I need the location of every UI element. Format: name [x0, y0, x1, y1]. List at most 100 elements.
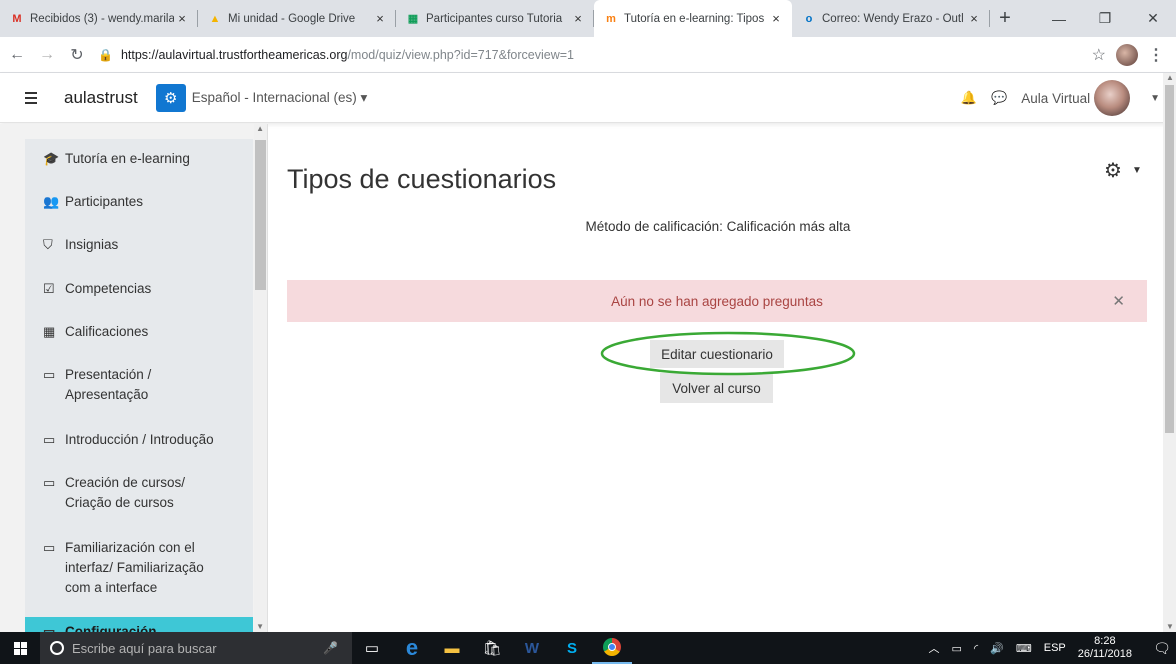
windows-start-icon[interactable] [0, 632, 40, 664]
browser-tab-strip: M Recibidos (3) - wendy.marila × ▲ Mi unidad… [0, 0, 1176, 37]
tab-close-icon[interactable]: × [372, 11, 388, 26]
sidebar-item-label: Tutoría en e-learning [65, 151, 190, 166]
reload-icon[interactable]: ↻ [64, 42, 90, 68]
file-explorer-icon[interactable]: ▬ [432, 632, 472, 664]
task-view-icon[interactable]: ▭ [352, 632, 392, 664]
minimize-icon[interactable]: — [1036, 0, 1082, 37]
grading-method: Método de calificación: Calificación más… [585, 219, 851, 234]
browser-tab[interactable]: ▲ Mi unidad - Google Drive × [198, 0, 396, 37]
browser-tab[interactable]: ▦ Participantes curso Tutoria × [396, 0, 594, 37]
sidebar-item[interactable]: ▦ Calificaciones [25, 322, 253, 342]
new-tab-icon[interactable]: + [990, 0, 1020, 37]
url-host: https://aulavirtual.trustfortheamericas.… [120, 47, 348, 62]
sidebar-item[interactable]: ▭ Familiarización con el interfaz/ Famili… [25, 538, 253, 598]
clock-date: 26/11/2018 [1077, 648, 1132, 660]
sidebar-item-label: Creación de cursos/ Criação de cursos [65, 475, 186, 510]
hamburger-menu-icon[interactable] [18, 85, 44, 111]
action-center-icon[interactable]: 🗨 [1148, 632, 1176, 664]
chrome-icon[interactable] [592, 632, 632, 664]
folder-icon: ▭ [43, 475, 56, 490]
volume-icon[interactable]: 🔊 [990, 642, 1004, 655]
bookmark-star-icon[interactable]: ☆ [1092, 45, 1106, 65]
page-scrollbar[interactable]: ▲ ▼ [1163, 73, 1176, 632]
close-window-icon[interactable]: ✕ [1130, 0, 1176, 37]
gear-icon[interactable]: ⚙ [1104, 158, 1122, 183]
browser-tab[interactable]: M Recibidos (3) - wendy.marila × [0, 0, 198, 37]
notifications-bell-icon[interactable]: 🔔 [961, 90, 977, 106]
wifi-icon[interactable]: ◜ [974, 642, 978, 655]
sidebar-item[interactable]: ⛉ Insignias [25, 235, 253, 255]
folder-icon: ▭ [43, 367, 56, 382]
page-scroll-down-icon[interactable]: ▼ [1166, 622, 1174, 631]
browser-tab[interactable]: o Correo: Wendy Erazo - Outl × [792, 0, 990, 37]
tab-close-icon[interactable]: × [174, 11, 190, 26]
input-language[interactable]: ESP [1044, 642, 1066, 654]
user-menu-caret-icon[interactable]: ▼ [1150, 93, 1160, 104]
sidebar-item[interactable]: ▭ Introducción / Introdução [25, 430, 253, 450]
tab-close-icon[interactable]: × [570, 11, 586, 26]
sidebar-item[interactable]: 👥 Participantes [25, 192, 253, 212]
microphone-icon[interactable]: 🎤 [323, 641, 338, 655]
edge-icon[interactable]: e [392, 632, 432, 664]
cortana-icon [50, 641, 64, 655]
quiz-settings-menu[interactable]: ⚙ ▼ [1104, 158, 1142, 183]
profile-avatar-icon[interactable] [1116, 43, 1138, 66]
folder-icon: ▭ [43, 624, 56, 632]
user-name[interactable]: Aula Virtual [1021, 91, 1090, 106]
forward-icon[interactable]: → [34, 42, 60, 68]
folder-icon: ▭ [43, 540, 56, 555]
tab-close-icon[interactable]: × [966, 11, 982, 26]
tray-overflow-icon[interactable]: ︿ [928, 640, 939, 656]
sidebar-scrollbar[interactable]: ▲ ▼ [254, 124, 267, 632]
battery-icon[interactable]: ▭ [951, 642, 961, 655]
lock-icon: 🔒 [98, 47, 113, 62]
site-brand[interactable]: aulastrust [64, 88, 138, 108]
scroll-down-icon[interactable]: ▼ [256, 622, 264, 631]
edit-quiz-button[interactable]: Editar cuestionario [650, 340, 784, 368]
checkbox-icon: ☑ [43, 281, 55, 296]
browser-tab-label: Mi unidad - Google Drive [228, 12, 356, 25]
page-scroll-up-icon[interactable]: ▲ [1166, 73, 1174, 82]
url-path: /mod/quiz/view.php?id=717&forceview=1 [347, 47, 574, 62]
graduation-cap-icon: 🎓 [43, 151, 60, 166]
restore-icon[interactable]: ❐ [1082, 0, 1128, 37]
taskbar-search-placeholder: Escribe aquí para buscar [72, 640, 217, 656]
browser-tab-label: Participantes curso Tutoria [426, 12, 563, 25]
outlook-icon: o [805, 12, 813, 25]
skype-icon[interactable]: S [552, 632, 592, 664]
keyboard-icon[interactable]: ⌨ [1016, 642, 1032, 655]
sidebar-item[interactable]: ▭ Presentación / Apresentação [25, 365, 253, 405]
language-selector[interactable]: Español - Internacional (es) ▾ [192, 90, 368, 106]
page-title: Tipos de cuestionarios [287, 164, 557, 194]
chevron-down-icon[interactable]: ▼ [1132, 165, 1142, 176]
close-icon[interactable]: ✕ [1112, 292, 1125, 310]
sidebar-item-label: Introducción / Introdução [65, 432, 214, 447]
sidebar-item-label: Configuración [65, 624, 157, 632]
sidebar-item[interactable]: ☑ Competencias [25, 279, 253, 299]
sidebar-item[interactable]: ▭ Configuración [25, 617, 253, 632]
browser-menu-icon[interactable]: ⋮ [1148, 45, 1164, 65]
scroll-up-icon[interactable]: ▲ [256, 124, 264, 133]
browser-tab-label: Recibidos (3) - wendy.marila [30, 12, 174, 25]
taskbar-search-input[interactable]: Escribe aquí para buscar 🎤 [40, 632, 352, 664]
tab-separator [989, 10, 990, 27]
admin-settings-icon[interactable]: ⚙ [155, 83, 186, 112]
sidebar-item[interactable]: 🎓 Tutoría en e-learning [25, 149, 253, 169]
tab-close-icon[interactable]: × [768, 11, 784, 26]
store-icon[interactable]: 🛍 [472, 632, 512, 664]
messages-icon[interactable]: 💬 [991, 90, 1007, 106]
sidebar-scrollbar-thumb[interactable] [255, 140, 266, 290]
sidebar-item-label: Familiarización con el interfaz/ Familia… [65, 540, 204, 595]
page-scrollbar-thumb[interactable] [1165, 85, 1174, 433]
shield-icon: ⛉ [43, 237, 53, 252]
user-avatar[interactable] [1094, 80, 1131, 116]
url-field[interactable]: 🔒 https://aulavirtual.trustfortheamerica… [98, 42, 1092, 68]
gmail-icon: M [12, 12, 22, 25]
back-icon[interactable]: ← [4, 42, 30, 68]
clock[interactable]: 8:28 26/11/2018 [1078, 635, 1132, 661]
browser-tab[interactable]: m Tutoría en e-learning: Tipos × [594, 0, 792, 37]
users-icon: 👥 [43, 194, 60, 209]
back-to-course-button[interactable]: Volver al curso [660, 373, 773, 403]
word-icon[interactable]: W [512, 632, 552, 664]
sidebar-item[interactable]: ▭ Creación de cursos/ Criação de cursos [25, 473, 253, 513]
